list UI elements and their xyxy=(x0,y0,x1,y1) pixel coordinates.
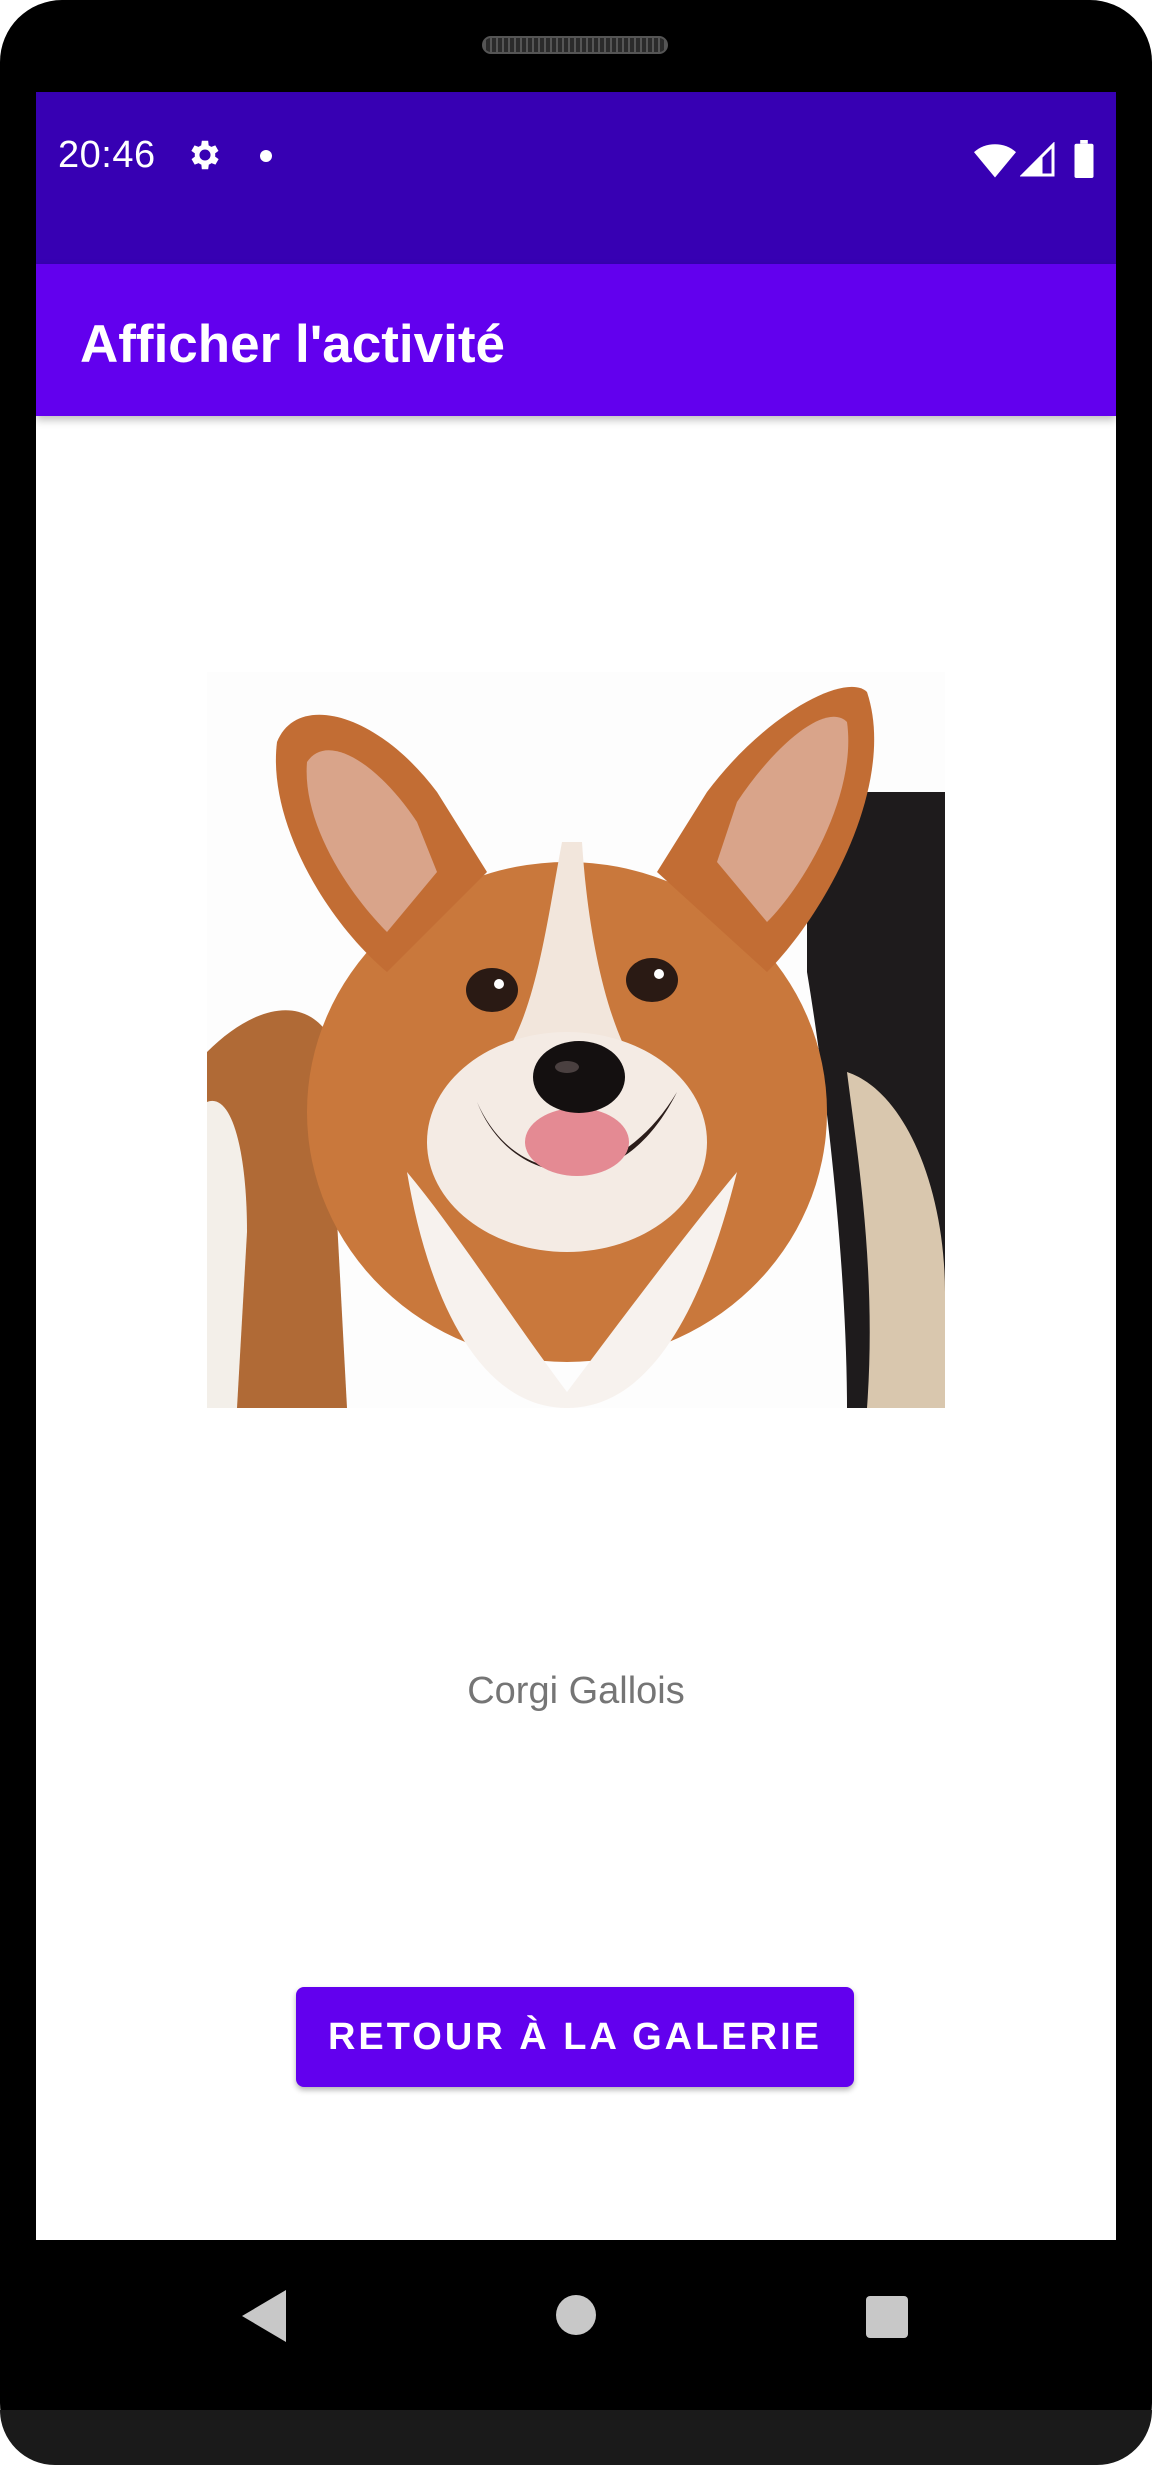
earpiece-speaker xyxy=(482,36,668,54)
recents-square-icon[interactable] xyxy=(866,2296,908,2338)
notification-dot-icon xyxy=(260,150,272,162)
app-bar: Afficher l'activité xyxy=(36,264,1116,416)
page-title: Afficher l'activité xyxy=(80,315,505,374)
device-frame: 20:46 Afficher l'activité Corgi Gallois … xyxy=(0,0,1152,2465)
back-to-gallery-button[interactable]: RETOUR À LA GALERIE xyxy=(296,1987,854,2087)
signal-icon xyxy=(1020,142,1055,177)
gear-icon xyxy=(191,140,219,170)
back-triangle-icon[interactable] xyxy=(242,2290,290,2342)
dog-caption: Corgi Gallois xyxy=(467,1670,685,1712)
system-nav-bar xyxy=(36,2240,1116,2410)
home-circle-icon[interactable] xyxy=(556,2295,596,2335)
corgi-illustration xyxy=(207,686,945,1408)
wifi-icon xyxy=(974,144,1016,178)
status-bar: 20:46 xyxy=(36,92,1116,264)
screen: 20:46 Afficher l'activité Corgi Gallois … xyxy=(36,92,1116,2240)
corgi-image xyxy=(207,672,945,1408)
battery-icon xyxy=(1074,140,1094,178)
status-time: 20:46 xyxy=(58,134,156,176)
bottom-bezel xyxy=(0,2410,1152,2465)
